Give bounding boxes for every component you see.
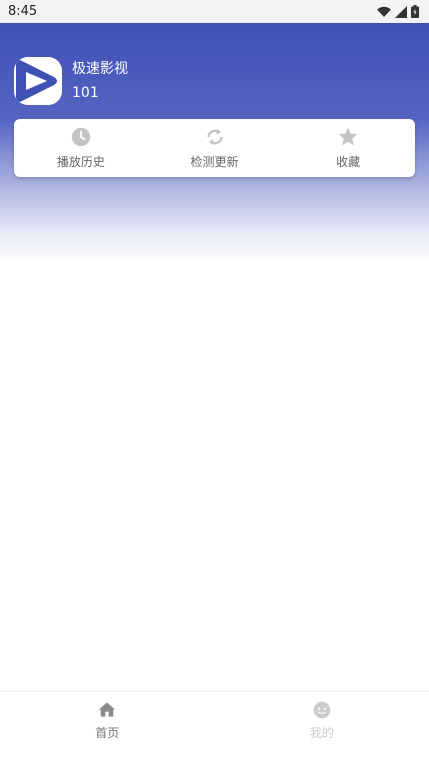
star-icon <box>338 127 358 146</box>
status-bar: 8:45 <box>0 0 429 23</box>
favorites-label: 收藏 <box>336 155 361 169</box>
app-version: 101 <box>72 85 99 101</box>
smiley-icon <box>313 701 331 719</box>
app-text: 极速影视 101 <box>72 59 128 103</box>
nav-home-label: 首页 <box>95 726 120 740</box>
clock-icon <box>71 127 90 147</box>
status-icons <box>377 5 419 18</box>
home-icon <box>98 702 116 717</box>
nav-mine-label: 我的 <box>309 726 334 740</box>
quick-actions-card: 播放历史 检测更新 收藏 <box>14 119 415 177</box>
check-update-button[interactable]: 检测更新 <box>148 119 282 177</box>
play-logo-icon <box>14 57 62 105</box>
status-time: 8:45 <box>8 4 38 19</box>
play-history-button[interactable]: 播放历史 <box>14 119 148 177</box>
gesture-bar <box>0 749 429 763</box>
battery-icon <box>411 5 419 18</box>
wifi-icon <box>377 6 391 17</box>
app-info: 极速影视 101 <box>14 57 128 105</box>
nav-mine[interactable]: 我的 <box>215 692 429 749</box>
play-history-label: 播放历史 <box>56 155 105 169</box>
refresh-icon <box>206 128 223 146</box>
signal-icon <box>395 5 407 18</box>
bottom-nav: 首页 我的 <box>0 691 429 749</box>
nav-home[interactable]: 首页 <box>0 692 215 749</box>
favorites-button[interactable]: 收藏 <box>281 119 415 177</box>
check-update-label: 检测更新 <box>190 155 239 169</box>
app-name: 极速影视 <box>72 61 128 77</box>
